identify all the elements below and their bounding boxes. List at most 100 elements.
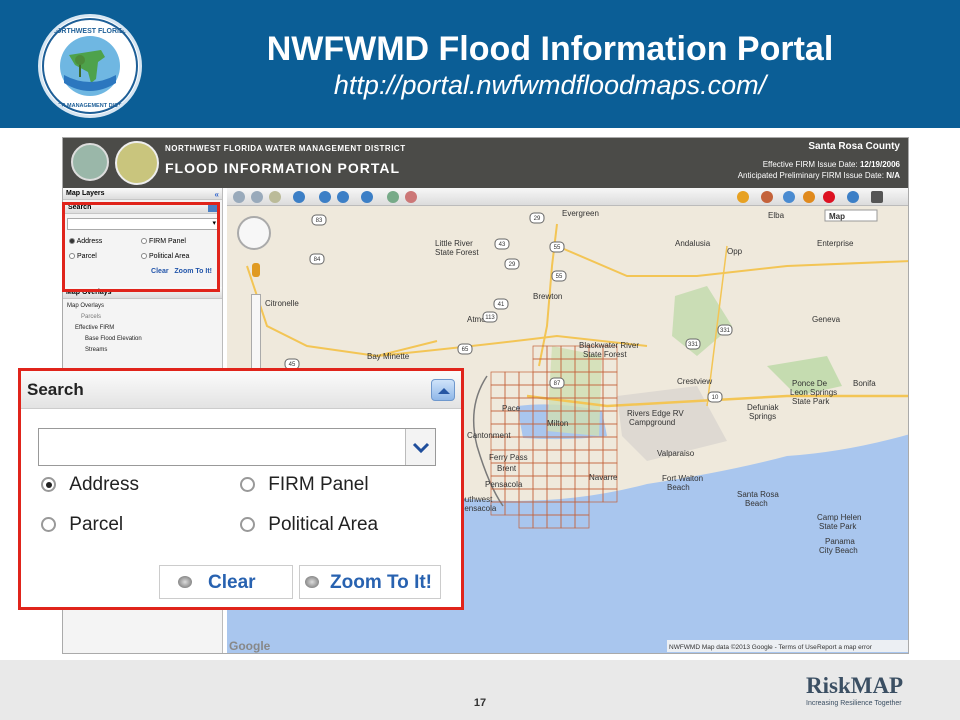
map-label-southwest2: Pensacola — [459, 504, 497, 513]
map-label-brewton: Brewton — [533, 292, 562, 301]
arrow-icon[interactable] — [803, 191, 815, 203]
chat-icon[interactable] — [783, 191, 795, 203]
map-label-rivers-edge: Rivers Edge RV — [627, 409, 684, 418]
map-label-camp-helen2: State Park — [819, 522, 857, 531]
route-shield: 113 — [482, 311, 498, 323]
map-label-ferry-pass: Ferry Pass — [489, 453, 528, 462]
svg-text:55: 55 — [554, 245, 561, 251]
label-parcel: Parcel — [69, 514, 124, 535]
logo-text-top: NORTHWEST FLORIDA — [51, 28, 129, 35]
map-label-enterprise: Enterprise — [817, 239, 854, 248]
pan-icon[interactable] — [269, 191, 281, 203]
route-shield: 43 — [494, 238, 510, 250]
portal-district-name: NORTHWEST FLORIDA WATER MANAGEMENT DISTR… — [165, 144, 406, 153]
nwfwmd-seal-icon — [71, 143, 109, 181]
anticipated-label: Anticipated Preliminary FIRM Issue Date: — [737, 171, 884, 180]
label-address: Address — [69, 474, 139, 495]
search-panel-highlight — [62, 202, 220, 292]
forward-icon[interactable] — [337, 191, 349, 203]
full-extent-icon[interactable] — [293, 191, 305, 203]
map-label-campground: Campground — [629, 418, 675, 427]
portal-seal-icon — [115, 141, 159, 185]
zoom-in-icon[interactable] — [233, 191, 245, 203]
zoom-out-icon[interactable] — [251, 191, 263, 203]
route-shield: 29 — [504, 258, 520, 270]
svg-text:29: 29 — [509, 262, 516, 268]
svg-text:65: 65 — [462, 347, 469, 353]
route-shield: 55 — [551, 270, 567, 282]
map-label-panama2: City Beach — [819, 546, 858, 555]
google-logo: Google — [229, 639, 271, 653]
route-shield: 331 — [717, 324, 733, 336]
search-input[interactable] — [38, 428, 436, 466]
radio-political-area[interactable] — [240, 517, 255, 533]
clear-bulb-icon — [178, 576, 192, 588]
option-firm-panel[interactable]: FIRM Panel — [240, 474, 369, 496]
zoom-to-it-button[interactable]: Zoom To It! — [299, 565, 441, 599]
route-shield: 87 — [549, 377, 565, 389]
svg-text:43: 43 — [499, 242, 506, 248]
route-shield: 10 — [707, 391, 723, 403]
collapse-sidebar-icon[interactable]: « — [215, 190, 219, 199]
upload-icon[interactable] — [871, 191, 883, 203]
search-dropdown-button[interactable] — [405, 429, 435, 465]
report-map-error[interactable]: Report a map error — [817, 644, 873, 651]
tree-item[interactable]: Streams — [67, 345, 218, 356]
radio-address[interactable] — [41, 477, 56, 493]
clear-label: Clear — [208, 572, 256, 593]
map-label-defuniak: Defuniak — [747, 403, 780, 412]
map-label-milton: Milton — [547, 419, 568, 428]
warning-icon[interactable] — [737, 191, 749, 203]
tree-item[interactable]: Parcels — [67, 312, 218, 323]
pan-control[interactable] — [237, 216, 271, 250]
map-label-evergreen: Evergreen — [562, 209, 599, 218]
tree-item[interactable]: Map Overlays — [67, 301, 218, 312]
portal-banner: NORTHWEST FLORIDA WATER MANAGEMENT DISTR… — [63, 138, 908, 188]
option-political-area[interactable]: Political Area — [240, 514, 378, 536]
effective-value: 12/19/2006 — [859, 160, 900, 169]
map-label-state-forest: State Forest — [435, 248, 479, 257]
map-label-andalusia: Andalusia — [675, 239, 711, 248]
map-attribution: NWFWMD Map data ©2013 Google - Terms of … — [669, 643, 817, 651]
svg-text:41: 41 — [498, 302, 505, 308]
home-icon[interactable] — [761, 191, 773, 203]
map-label-blackwater2: State Forest — [583, 350, 627, 359]
map-layers-header: Map Layers « — [63, 188, 222, 200]
search-panel-zoom: Search Address FIRM Panel Parcel Politic… — [18, 368, 464, 610]
radio-parcel[interactable] — [41, 517, 56, 533]
radio-firm-panel[interactable] — [240, 477, 255, 493]
route-shield: 331 — [685, 338, 701, 350]
street-view-icon[interactable] — [252, 263, 260, 277]
svg-text:331: 331 — [720, 328, 731, 334]
clear-button[interactable]: Clear — [159, 565, 293, 599]
tree-item[interactable]: Effective FIRM — [67, 323, 218, 334]
back-icon[interactable] — [319, 191, 331, 203]
option-parcel[interactable]: Parcel — [41, 514, 123, 536]
svg-text:83: 83 — [316, 218, 323, 224]
overlay-tree: Map Overlays Parcels Effective FIRM Base… — [63, 299, 222, 358]
map-label-elba: Elba — [768, 211, 785, 220]
tree-item[interactable]: Base Flood Elevation — [67, 334, 218, 345]
map-label-pensacola: Pensacola — [485, 480, 523, 489]
map-label-little-river: Little River — [435, 239, 473, 248]
measure-icon[interactable] — [387, 191, 399, 203]
search-zoom-header: Search — [21, 371, 461, 409]
info-icon[interactable] — [361, 191, 373, 203]
district-logo: NORTHWEST FLORIDA WATER MANAGEMENT DISTR… — [38, 14, 142, 118]
riskmap-tagline: Increasing Resilience Together — [806, 700, 902, 707]
print-icon[interactable] — [823, 191, 835, 203]
search-zoom-title: Search — [27, 380, 84, 399]
map-label-ponce2: Leon Springs — [790, 388, 837, 397]
map-label-crestview: Crestview — [677, 377, 712, 386]
anticipated-value: N/A — [886, 171, 900, 180]
option-address[interactable]: Address — [41, 474, 139, 496]
map-layers-title: Map Layers — [66, 190, 105, 197]
map-type-select[interactable]: Map — [829, 212, 845, 221]
help-icon[interactable] — [847, 191, 859, 203]
clear-graphics-icon[interactable] — [405, 191, 417, 203]
map-label-navarre: Navarre — [589, 473, 618, 482]
slide-header: NORTHWEST FLORIDA WATER MANAGEMENT DISTR… — [0, 0, 960, 128]
route-shield: 83 — [311, 214, 327, 226]
effective-firm-date: Effective FIRM Issue Date: 12/19/2006 — [763, 160, 900, 169]
collapse-arrow-icon[interactable] — [431, 379, 455, 401]
